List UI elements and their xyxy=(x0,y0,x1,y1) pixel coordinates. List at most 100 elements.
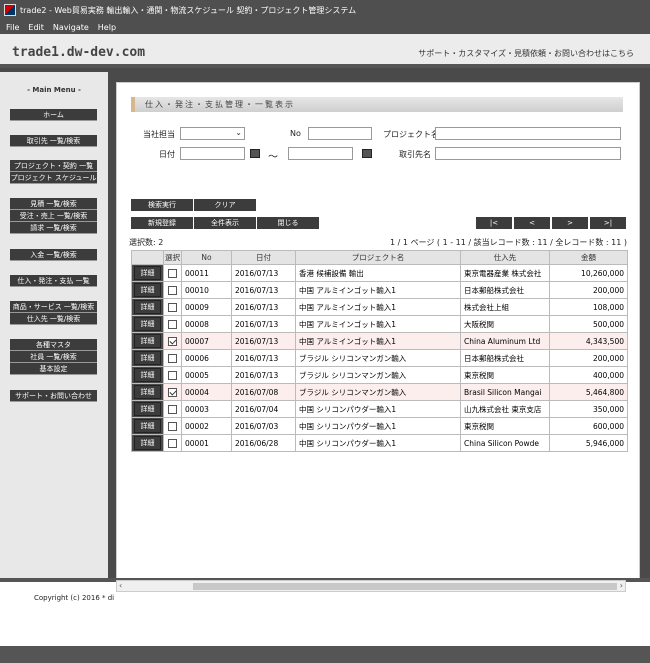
row-action-cell: 詳細 xyxy=(131,434,164,452)
cell-date: 2016/07/13 xyxy=(231,298,296,316)
last-page-button[interactable]: >| xyxy=(590,217,626,229)
sidebar-group-projects: プロジェクト・契約 一覧 プロジェクト スケジュール xyxy=(0,160,97,184)
scroll-right-icon[interactable]: › xyxy=(620,581,623,590)
sidebar-item-suppliers[interactable]: 仕入先 一覧/検索 xyxy=(10,313,97,325)
scrollbar-thumb[interactable] xyxy=(193,583,617,590)
detail-button[interactable]: 詳細 xyxy=(134,300,161,314)
sidebar-item-home[interactable]: ホーム xyxy=(10,109,97,121)
detail-button[interactable]: 詳細 xyxy=(134,436,161,450)
window-title: trade2 - Web貿易実務 輸出輸入・通関・物流スケジュール 契約・プロジ… xyxy=(20,5,357,15)
column-header-project[interactable]: プロジェクト名 xyxy=(295,250,461,265)
row-checkbox[interactable] xyxy=(168,302,177,312)
detail-button[interactable]: 詳細 xyxy=(134,402,161,416)
sidebar-item-clients[interactable]: 取引先 一覧/検索 xyxy=(10,135,97,147)
cell-supplier: 東京電器産業 株式会社 xyxy=(460,264,550,282)
detail-button[interactable]: 詳細 xyxy=(134,317,161,331)
project-input[interactable] xyxy=(435,127,621,140)
cell-project: 中国 シリコンパウダー輸入1 xyxy=(295,417,461,435)
site-name[interactable]: trade1.dw-dev.com xyxy=(12,45,145,60)
row-action-cell: 詳細 xyxy=(131,366,164,384)
cell-project: 香港 候補設備 輸出 xyxy=(295,264,461,282)
pagination-info: 1 / 1 ページ ( 1 - 11 / 該当レコード数 : 11 / 全レコー… xyxy=(390,238,627,247)
detail-button[interactable]: 詳細 xyxy=(134,351,161,365)
cell-amount: 400,000 xyxy=(549,366,628,384)
row-checkbox[interactable] xyxy=(168,319,177,329)
detail-button[interactable]: 詳細 xyxy=(134,385,161,399)
show-all-button[interactable]: 全件表示 xyxy=(194,217,256,229)
row-checkbox[interactable] xyxy=(168,285,177,295)
menu-navigate[interactable]: Navigate xyxy=(53,23,89,32)
row-checkbox[interactable] xyxy=(168,421,177,431)
row-checkbox[interactable] xyxy=(168,404,177,414)
sidebar-item-basic-settings[interactable]: 基本設定 xyxy=(10,363,97,375)
row-action-cell: 詳細 xyxy=(131,400,164,418)
row-select-cell xyxy=(163,264,182,282)
horizontal-scrollbar[interactable]: ‹ › xyxy=(116,580,626,592)
sidebar-group-home: ホーム xyxy=(0,109,97,121)
cell-no: 00002 xyxy=(181,417,232,435)
row-action-cell: 詳細 xyxy=(131,332,164,350)
row-checkbox[interactable] xyxy=(168,353,177,363)
detail-button[interactable]: 詳細 xyxy=(134,368,161,382)
sidebar-item-orders[interactable]: 受注・売上 一覧/検索 xyxy=(10,210,97,222)
detail-button[interactable]: 詳細 xyxy=(134,419,161,433)
row-select-cell xyxy=(163,383,182,401)
calendar-icon[interactable] xyxy=(362,149,372,158)
sidebar-item-purchases[interactable]: 仕入・発注・支払 一覧 xyxy=(10,275,97,287)
column-header-no[interactable]: No xyxy=(181,250,232,265)
table-row: 詳細 00002 2016/07/03 中国 シリコンパウダー輸入1 東京税関 600,0… xyxy=(131,417,628,435)
column-header-supplier[interactable]: 仕入先 xyxy=(460,250,550,265)
row-action-cell: 詳細 xyxy=(131,264,164,282)
prev-page-button[interactable]: < xyxy=(514,217,550,229)
sidebar-item-schedule[interactable]: プロジェクト スケジュール xyxy=(10,172,97,184)
row-select-cell xyxy=(163,298,182,316)
column-header-amount[interactable]: 金額 xyxy=(549,250,628,265)
sidebar-item-invoices[interactable]: 請求 一覧/検索 xyxy=(10,222,97,234)
next-page-button[interactable]: > xyxy=(552,217,588,229)
sidebar-item-support[interactable]: サポート・お問い合わせ xyxy=(10,390,97,402)
row-checkbox[interactable] xyxy=(168,268,177,278)
row-action-cell: 詳細 xyxy=(131,281,164,299)
first-page-button[interactable]: |< xyxy=(476,217,512,229)
staff-select[interactable]: ⌄ xyxy=(180,127,245,140)
cell-project: 中国 アルミインゴット輸入1 xyxy=(295,298,461,316)
cell-date: 2016/07/13 xyxy=(231,264,296,282)
sidebar-item-products[interactable]: 商品・サービス 一覧/検索 xyxy=(10,301,97,313)
column-header-date[interactable]: 日付 xyxy=(231,250,296,265)
row-checkbox[interactable] xyxy=(168,370,177,380)
menu-file[interactable]: File xyxy=(6,23,19,32)
sidebar-item-masters[interactable]: 各種マスタ xyxy=(10,339,97,351)
row-checkbox[interactable] xyxy=(168,387,177,397)
sidebar-group-support: サポート・お問い合わせ xyxy=(0,390,97,402)
calendar-icon[interactable] xyxy=(250,149,260,158)
new-button[interactable]: 新規登録 xyxy=(131,217,193,229)
sidebar-item-payments[interactable]: 入金 一覧/検索 xyxy=(10,249,97,261)
cell-amount: 108,000 xyxy=(549,298,628,316)
sidebar-item-staff[interactable]: 社員 一覧/検索 xyxy=(10,351,97,363)
row-checkbox[interactable] xyxy=(168,438,177,448)
cell-project: 中国 アルミインゴット輸入1 xyxy=(295,281,461,299)
menu-help[interactable]: Help xyxy=(98,23,116,32)
detail-button[interactable]: 詳細 xyxy=(134,283,161,297)
date-to-input[interactable] xyxy=(288,147,353,160)
no-input[interactable] xyxy=(308,127,372,140)
close-button[interactable]: 閉じる xyxy=(257,217,319,229)
menu-edit[interactable]: Edit xyxy=(28,23,44,32)
cell-project: 中国 シリコンパウダー輸入1 xyxy=(295,400,461,418)
cell-no: 00009 xyxy=(181,298,232,316)
cell-date: 2016/07/13 xyxy=(231,366,296,384)
sidebar-item-quotes[interactable]: 見積 一覧/検索 xyxy=(10,198,97,210)
clear-button[interactable]: クリア xyxy=(194,199,256,211)
support-link[interactable]: サポート・カスタマイズ・見積依頼・お問い合わせはこちら xyxy=(418,48,634,59)
scroll-left-icon[interactable]: ‹ xyxy=(119,581,122,590)
detail-button[interactable]: 詳細 xyxy=(134,334,161,348)
cell-no: 00006 xyxy=(181,349,232,367)
cell-supplier: 山九株式会社 東京支店 xyxy=(460,400,550,418)
cell-date: 2016/07/13 xyxy=(231,332,296,350)
detail-button[interactable]: 詳細 xyxy=(134,266,161,280)
sidebar-item-projects[interactable]: プロジェクト・契約 一覧 xyxy=(10,160,97,172)
search-button[interactable]: 検索実行 xyxy=(131,199,193,211)
date-from-input[interactable] xyxy=(180,147,245,160)
row-checkbox[interactable] xyxy=(168,336,177,346)
supplier-input[interactable] xyxy=(435,147,621,160)
